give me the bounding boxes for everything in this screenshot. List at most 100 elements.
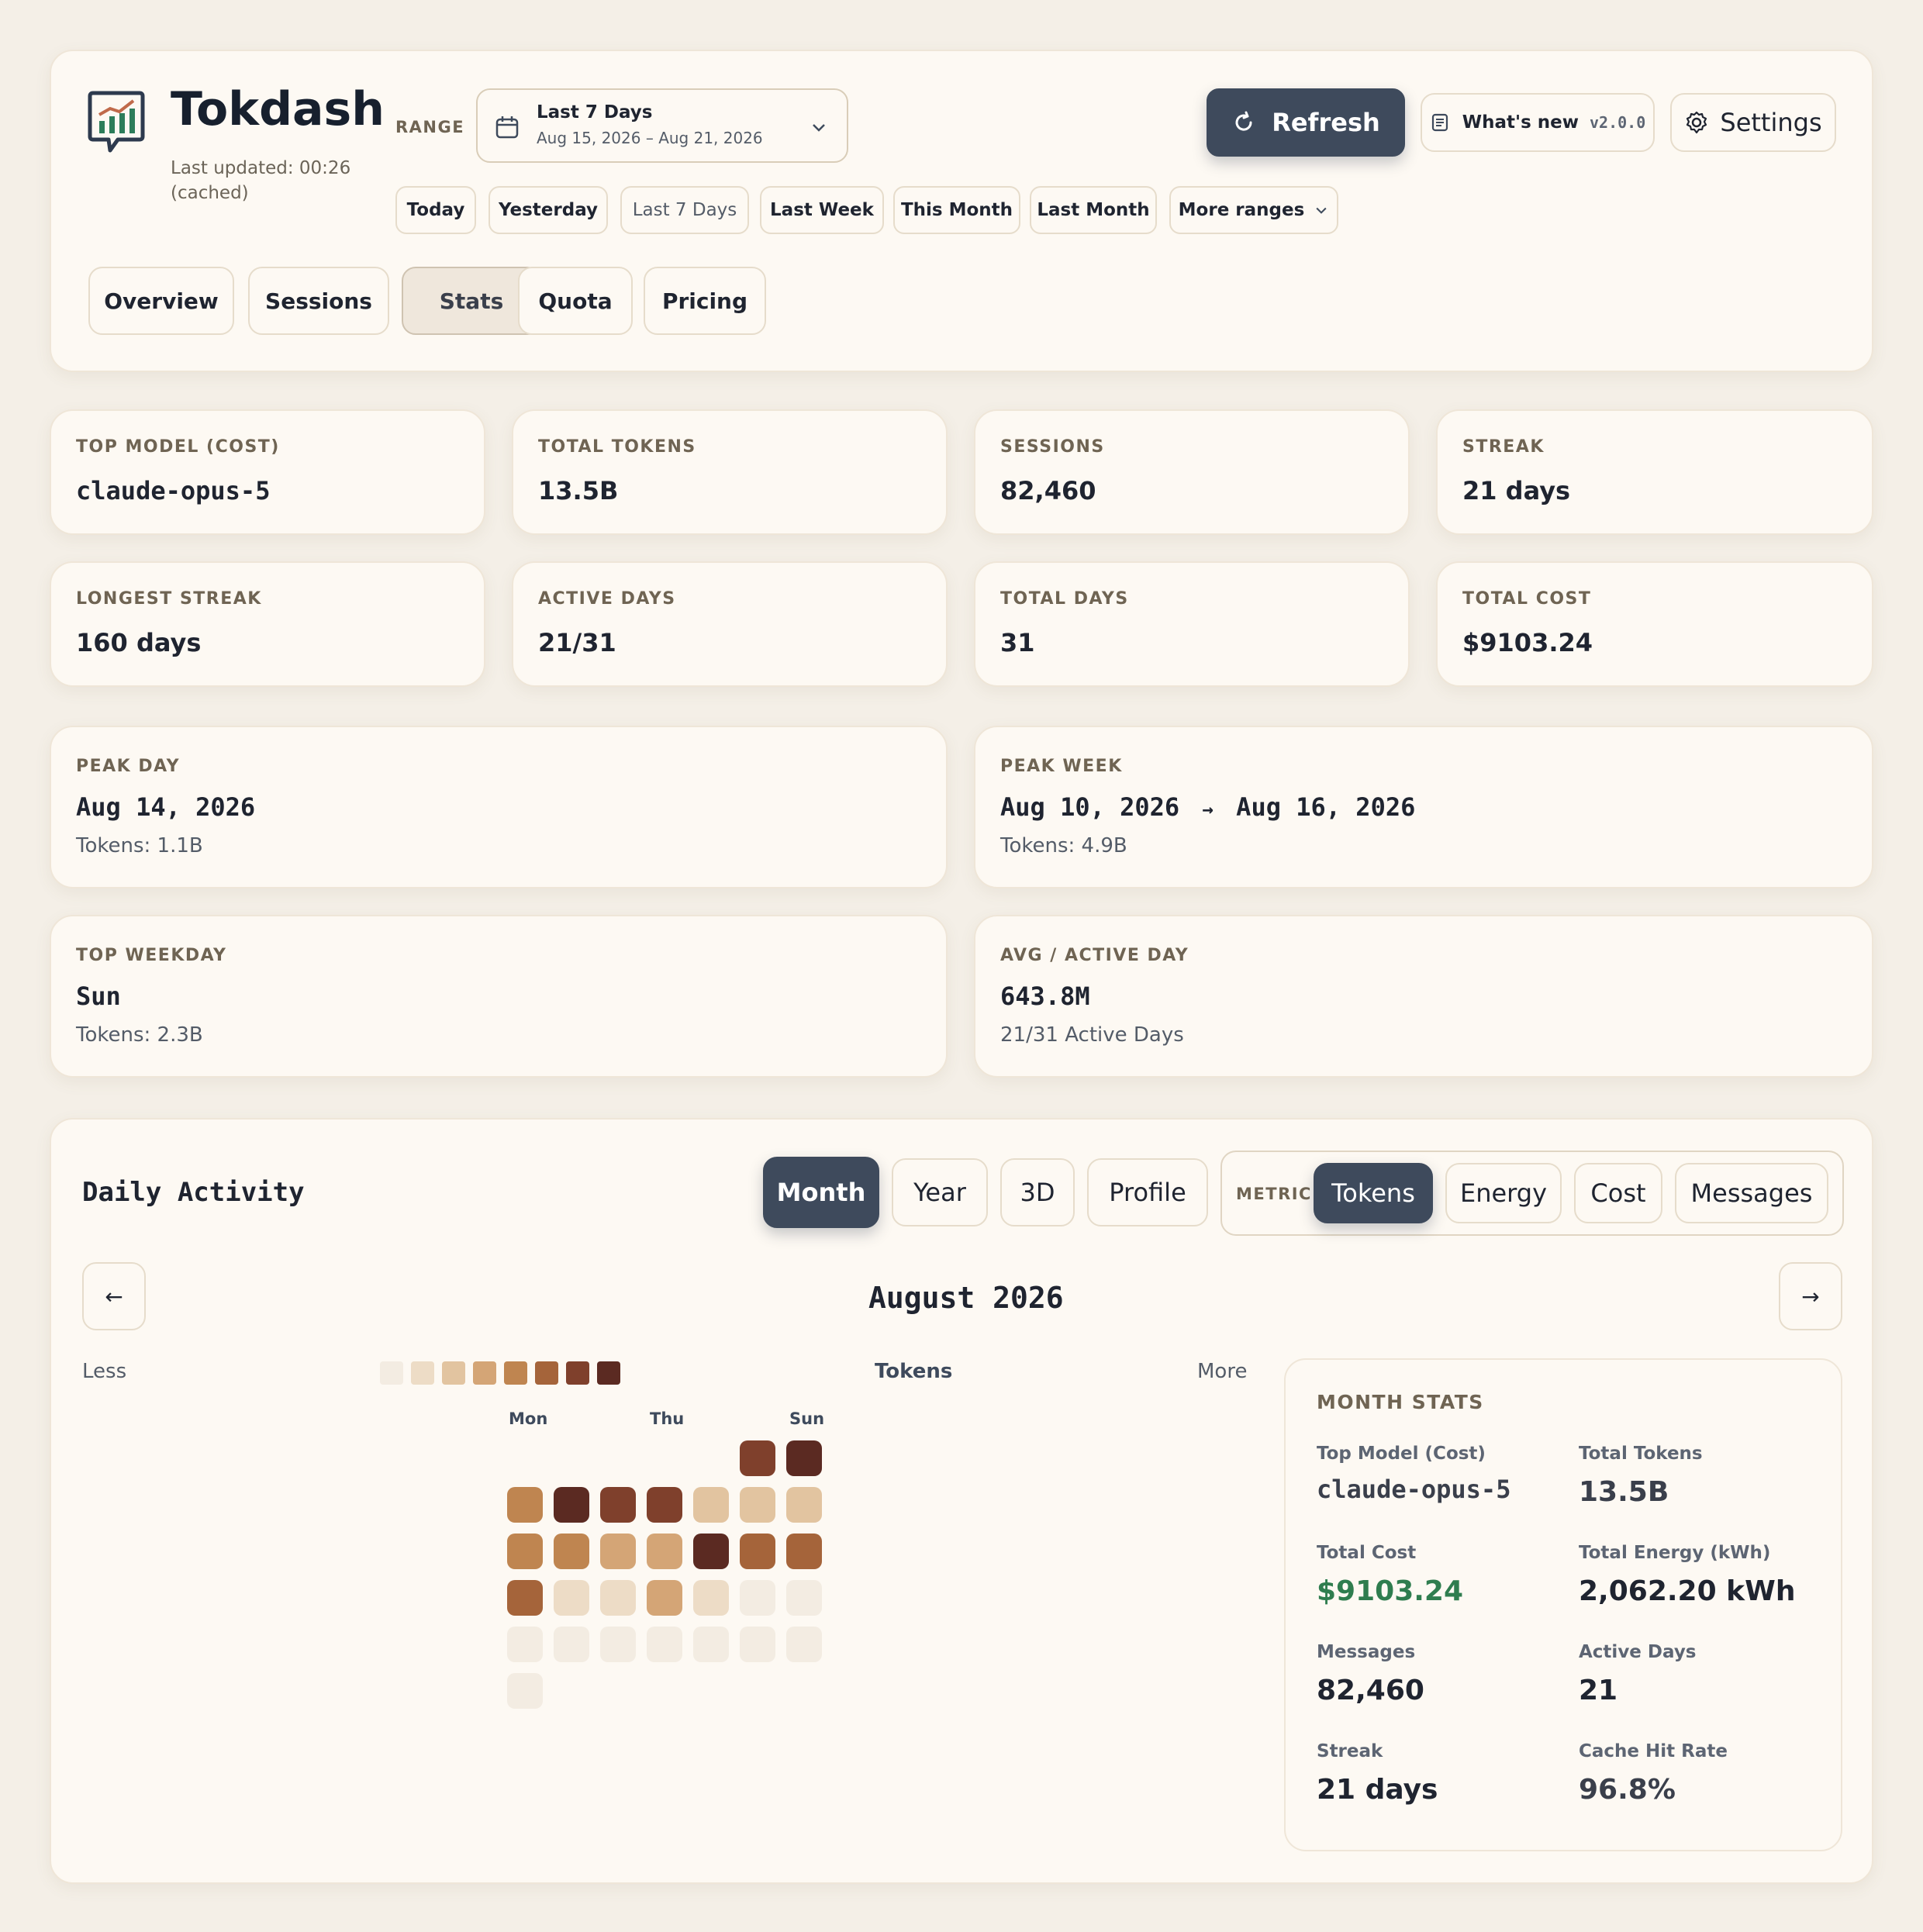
ms-cache-hit-label: Cache Hit Rate: [1579, 1741, 1728, 1761]
stat-value: 82,460: [1000, 476, 1096, 505]
settings-button[interactable]: Settings: [1670, 93, 1836, 152]
heatmap-day-cell[interactable]: [647, 1534, 682, 1569]
stat-value: $9103.24: [1462, 628, 1593, 657]
highlight-card-avg-active-day: AVG / ACTIVE DAY 643.8M 21/31 Active Day…: [974, 915, 1873, 1078]
range-last-week[interactable]: Last Week: [760, 186, 884, 234]
app-logo: [87, 90, 146, 155]
tab-pricing[interactable]: Pricing: [644, 267, 766, 335]
peak-week-end: Aug 16, 2026: [1236, 792, 1416, 822]
heatmap-day-cell[interactable]: [554, 1580, 589, 1616]
last-updated: Last updated: 00:26: [171, 158, 351, 178]
heatmap-day-cell[interactable]: [554, 1627, 589, 1662]
heatmap-day-cell[interactable]: [740, 1440, 775, 1476]
heatmap-day-cell[interactable]: [693, 1534, 729, 1569]
refresh-button[interactable]: Refresh: [1207, 88, 1405, 157]
ms-active-days-label: Active Days: [1579, 1642, 1697, 1662]
ms-total-cost-value: $9103.24: [1317, 1575, 1464, 1607]
calendar-icon: [495, 116, 519, 139]
heatmap-day-cell[interactable]: [647, 1580, 682, 1616]
gear-icon: [1687, 111, 1707, 134]
heatmap-day-cell[interactable]: [693, 1627, 729, 1662]
tab-sessions[interactable]: Sessions: [248, 267, 389, 335]
tab-overview[interactable]: Overview: [88, 267, 234, 335]
heatmap-day-cell[interactable]: [507, 1673, 543, 1709]
stat-label: STREAK: [1462, 437, 1545, 457]
metric-energy[interactable]: Energy: [1445, 1163, 1562, 1223]
metric-label: METRIC: [1236, 1185, 1312, 1203]
ms-streak-label: Streak: [1317, 1741, 1383, 1761]
range-this-month[interactable]: This Month: [893, 186, 1020, 234]
heatmap-day-cell[interactable]: [693, 1487, 729, 1523]
heatmap-day-cell[interactable]: [507, 1487, 543, 1523]
stat-card-total-tokens: TOTAL TOKENS 13.5B: [512, 409, 948, 535]
range-picker[interactable]: Last 7 Days Aug 15, 2026 – Aug 21, 2026: [476, 88, 848, 163]
metric-cost[interactable]: Cost: [1574, 1163, 1662, 1223]
metric-messages[interactable]: Messages: [1675, 1163, 1828, 1223]
heatmap-day-cell[interactable]: [554, 1534, 589, 1569]
heatmap-day-cell[interactable]: [740, 1580, 775, 1616]
prev-month-button[interactable]: ←: [82, 1262, 146, 1330]
view-month[interactable]: Month: [763, 1157, 879, 1228]
ms-total-cost-label: Total Cost: [1317, 1543, 1417, 1563]
heatmap-day-cell[interactable]: [740, 1627, 775, 1662]
ms-total-tokens-value: 13.5B: [1579, 1476, 1669, 1508]
heatmap-day-cell[interactable]: [740, 1487, 775, 1523]
range-last-month[interactable]: Last Month: [1030, 186, 1157, 234]
heatmap-day-cell[interactable]: [786, 1580, 822, 1616]
heatmap-day-cell[interactable]: [647, 1627, 682, 1662]
ms-total-energy-label: Total Energy (kWh): [1579, 1543, 1771, 1563]
refresh-icon: [1235, 111, 1252, 131]
next-month-button[interactable]: →: [1779, 1262, 1842, 1330]
stat-label: ACTIVE DAYS: [538, 589, 676, 609]
view-3d[interactable]: 3D: [1000, 1158, 1075, 1226]
ms-cache-hit-value: 96.8%: [1579, 1774, 1676, 1806]
tab-quota-visible[interactable]: Quota: [518, 267, 633, 335]
view-year[interactable]: Year: [892, 1158, 988, 1226]
app-title: Tokdash: [171, 82, 385, 136]
stat-label: TOTAL TOKENS: [538, 437, 696, 457]
stat-label: LONGEST STREAK: [76, 589, 262, 609]
heatmap-day-cell[interactable]: [786, 1440, 822, 1476]
heatmap-day-cell[interactable]: [600, 1627, 636, 1662]
heatmap-day-cell[interactable]: [786, 1627, 822, 1662]
range-today[interactable]: Today: [395, 186, 476, 234]
heatmap-day-cell[interactable]: [647, 1487, 682, 1523]
legend-less: Less: [82, 1360, 127, 1383]
stat-label: SESSIONS: [1000, 437, 1105, 457]
heatmap-day-cell[interactable]: [740, 1534, 775, 1569]
stat-value: 21 days: [1462, 476, 1571, 505]
range-yesterday[interactable]: Yesterday: [489, 186, 608, 234]
range-last-month-label: Last Month: [1037, 200, 1150, 220]
range-last-7-days[interactable]: Last 7 Days: [620, 186, 749, 234]
stat-card-total-days: TOTAL DAYS 31: [974, 561, 1410, 687]
legend-more: More: [1197, 1360, 1248, 1383]
heatmap-day-cell[interactable]: [507, 1627, 543, 1662]
heatmap-day-cell[interactable]: [554, 1487, 589, 1523]
heatmap-day-cell[interactable]: [786, 1487, 822, 1523]
stat-value: 13.5B: [538, 476, 619, 505]
legend-metric: Tokens: [875, 1360, 953, 1383]
heatmap-day-cell[interactable]: [600, 1487, 636, 1523]
highlight-label: PEAK DAY: [76, 757, 180, 776]
view-profile[interactable]: Profile: [1087, 1158, 1208, 1226]
highlight-value: Aug 14, 2026: [76, 792, 256, 822]
highlight-label: PEAK WEEK: [1000, 757, 1123, 776]
highlight-card-peak-week: PEAK WEEK Aug 10, 2026 → Aug 16, 2026 To…: [974, 726, 1873, 888]
metric-tokens[interactable]: Tokens: [1314, 1163, 1433, 1223]
heatmap-day-cell[interactable]: [600, 1580, 636, 1616]
ms-top-model-value: claude-opus-5: [1317, 1475, 1511, 1504]
day-header-sun: Sun: [789, 1409, 825, 1428]
heatmap-day-cell[interactable]: [786, 1534, 822, 1569]
stat-value: 160 days: [76, 628, 202, 657]
stat-value: 21/31: [538, 628, 616, 657]
heatmap-day-cell[interactable]: [507, 1534, 543, 1569]
range-more-dropdown[interactable]: More ranges: [1169, 186, 1338, 234]
heatmap-day-cell[interactable]: [507, 1580, 543, 1616]
ms-active-days-value: 21: [1579, 1675, 1618, 1706]
day-header-thu: Thu: [650, 1409, 685, 1428]
highlight-label: TOP WEEKDAY: [76, 946, 227, 965]
whats-new-button[interactable]: What's new v2.0.0: [1421, 93, 1655, 152]
heatmap-day-cell[interactable]: [693, 1580, 729, 1616]
daily-activity-title: Daily Activity: [82, 1177, 305, 1208]
heatmap-day-cell[interactable]: [600, 1534, 636, 1569]
